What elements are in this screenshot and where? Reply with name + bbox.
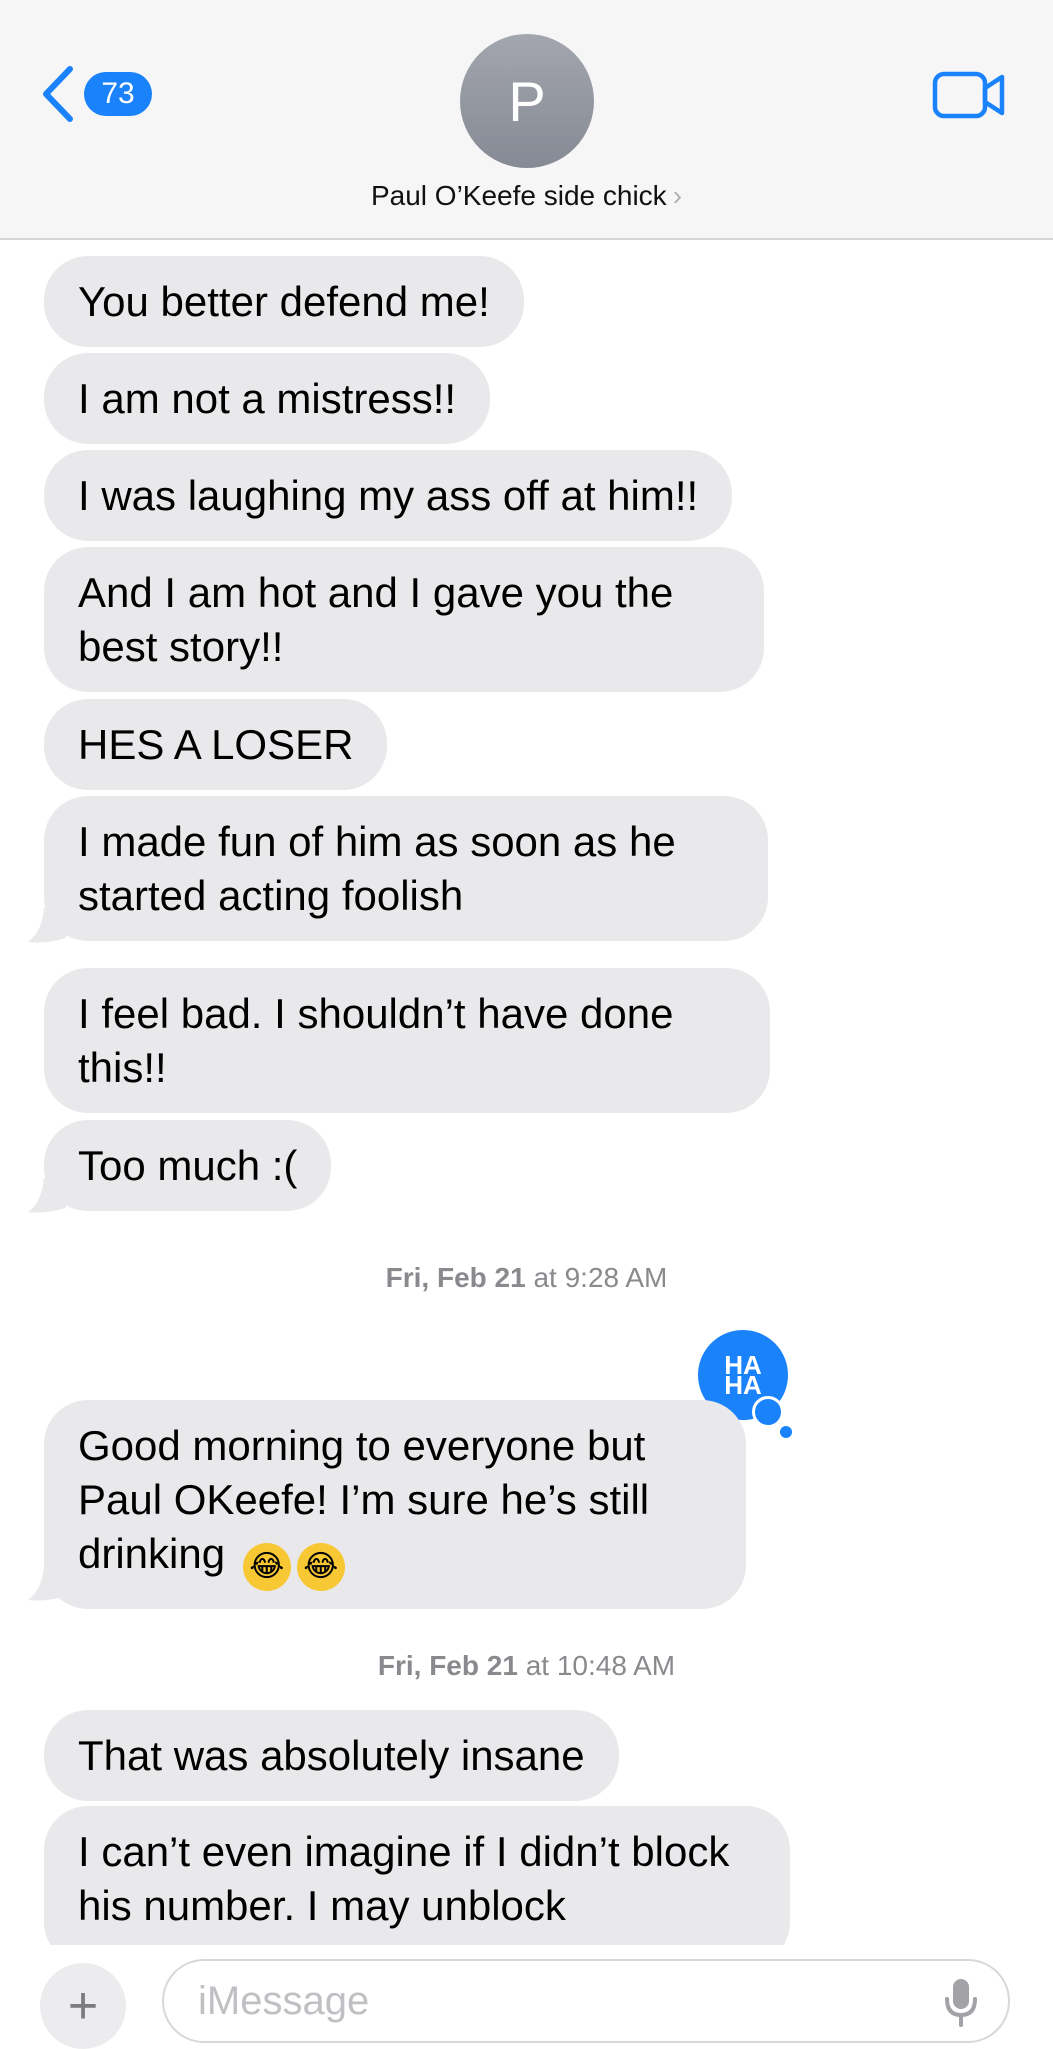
input-placeholder: iMessage (198, 1978, 370, 2023)
message-bubble[interactable]: I made fun of him as soon as he started … (44, 796, 768, 941)
message-bubble[interactable]: That was absolutely insane (44, 1710, 619, 1801)
message-bubble[interactable]: HES A LOSER (44, 699, 388, 790)
bubble-tail (28, 908, 66, 943)
message-bubble[interactable]: I feel bad. I shouldn’t have done this!! (44, 968, 770, 1113)
message-bubble[interactable]: I was laughing my ass off at him!! (44, 450, 733, 541)
message-bubble[interactable]: And I am hot and I gave you the best sto… (44, 547, 764, 692)
bubble-tail (28, 1566, 66, 1601)
video-camera-icon (932, 71, 1005, 119)
video-call-button[interactable] (932, 70, 1006, 125)
avatar-initial: P (508, 69, 546, 133)
timestamp: Fri, Feb 21 at 10:48 AM (377, 1650, 676, 1681)
imessage-input[interactable]: iMessage (162, 1959, 1010, 2043)
contact-name: Paul O’Keefe side chick (370, 180, 667, 211)
unread-count-badge: 73 (84, 72, 152, 116)
plus-button[interactable]: + (40, 1963, 126, 2049)
back-button[interactable]: 73 (40, 64, 152, 124)
tapback-dot (780, 1426, 792, 1438)
chevron-left-icon (43, 66, 73, 122)
message-composer: + iMessage (0, 1945, 1053, 2049)
message-bubble[interactable]: Too much :( (44, 1120, 332, 1211)
message-bubble[interactable]: You better defend me! (44, 256, 524, 347)
message-bubble[interactable]: I am not a mistress!! (44, 353, 491, 444)
message-bubble[interactable]: I can’t even imagine if I didn’t block h… (44, 1806, 790, 1966)
message-bubble[interactable]: Good morning to everyone but Paul OKeefe… (44, 1400, 746, 1609)
conversation-header: 73 P Paul O’Keefe side chick › (0, 0, 1053, 240)
plus-icon: + (67, 1977, 99, 2035)
laughing-emoji-icon: 😂 (242, 1543, 291, 1591)
tapback-dot (752, 1396, 784, 1428)
bubble-tail (28, 1178, 66, 1213)
laughing-emoji-icon: 😂 (296, 1543, 345, 1591)
microphone-icon[interactable] (944, 1977, 978, 2029)
contact-name-link[interactable]: Paul O’Keefe side chick › (0, 180, 1053, 212)
timestamp: Fri, Feb 21 at 9:28 AM (385, 1262, 668, 1293)
contact-avatar[interactable]: P (460, 34, 594, 168)
chevron-right-icon: › (672, 180, 683, 211)
